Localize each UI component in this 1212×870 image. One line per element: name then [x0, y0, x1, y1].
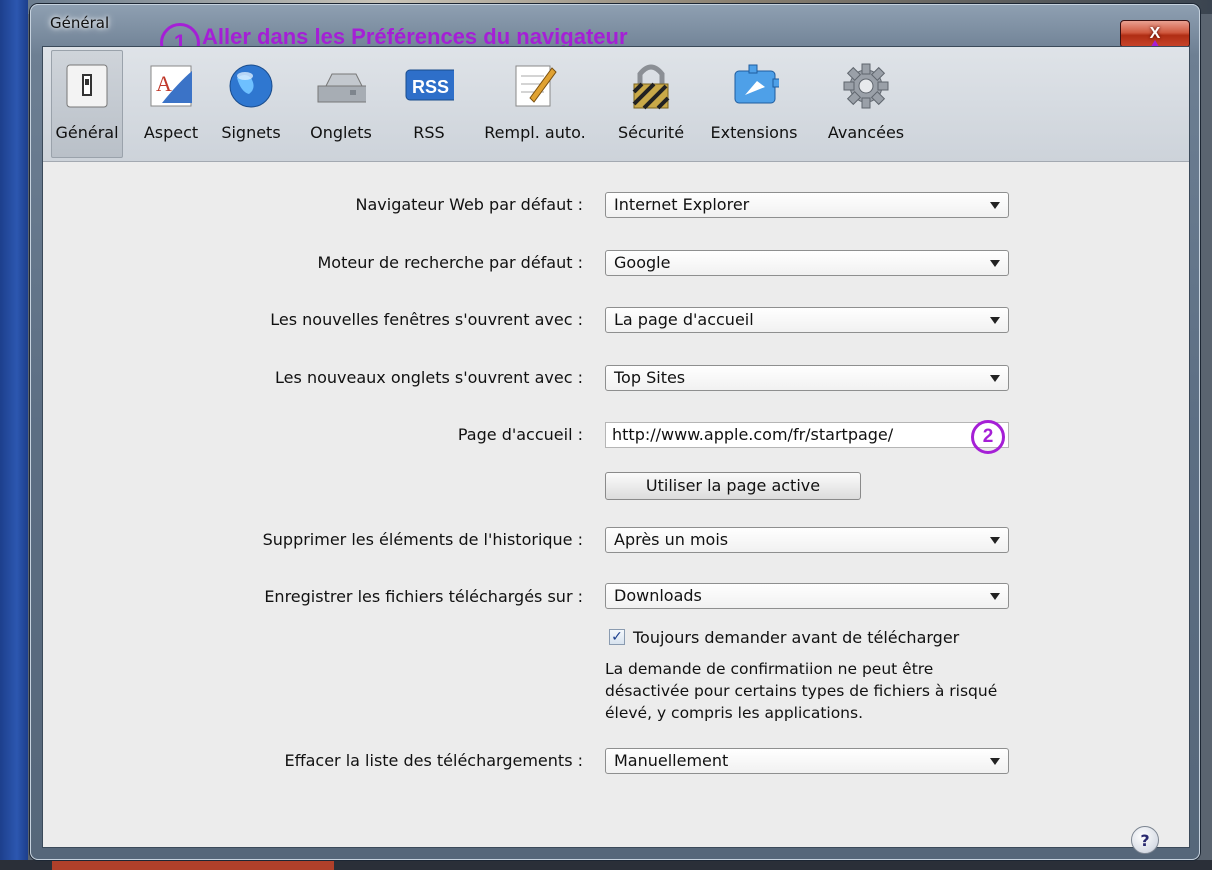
tab-securite-label: Sécurité [617, 123, 685, 142]
confirmation-note: La demande de confirmatiion ne peut être… [605, 660, 998, 722]
chevron-down-icon [990, 260, 1000, 267]
chevron-down-icon [990, 317, 1000, 324]
tab-autofill-label: Rempl. auto. [484, 123, 586, 142]
tab-onglets-label: Onglets [310, 123, 372, 142]
svg-text:A: A [156, 71, 172, 96]
font-icon: A [146, 59, 196, 113]
chevron-down-icon [990, 537, 1000, 544]
rss-icon: RSS [404, 59, 454, 113]
homepage-label: Page d'accueil : [457, 425, 583, 444]
homepage-input[interactable]: http://www.apple.com/fr/startpage/ [605, 422, 1009, 448]
tab-extensions[interactable]: Extensions [699, 51, 809, 157]
tab-icon [316, 59, 366, 113]
save-downloads-value: Downloads [614, 586, 702, 605]
tab-aspect[interactable]: A Aspect [133, 51, 209, 157]
always-ask-checkbox[interactable]: ✓ [609, 629, 625, 645]
annotation-step-2-marker: 2 [971, 420, 1005, 454]
new-windows-label: Les nouvelles fenêtres s'ouvrent avec : [270, 310, 583, 329]
remove-history-label: Supprimer les éléments de l'historique : [262, 530, 583, 549]
chevron-down-icon [990, 375, 1000, 382]
globe-icon [226, 59, 276, 113]
new-windows-select[interactable]: La page d'accueil [605, 307, 1009, 333]
clear-downloads-label: Effacer la liste des téléchargements : [284, 751, 583, 770]
preferences-toolbar: Général A Aspect Signets Onglets RSS RSS… [43, 47, 1189, 162]
tab-securite[interactable]: Sécurité [609, 51, 693, 157]
preferences-window: Général 1 Aller dans les Préférences du … [30, 4, 1200, 860]
general-settings-form: Navigateur Web par défaut : Internet Exp… [43, 162, 1189, 854]
default-search-value: Google [614, 253, 671, 272]
default-browser-label: Navigateur Web par défaut : [355, 195, 584, 214]
new-windows-value: La page d'accueil [614, 310, 754, 329]
tab-rss-label: RSS [413, 123, 445, 142]
new-tabs-label: Les nouveaux onglets s'ouvrent avec : [275, 368, 583, 387]
new-tabs-select[interactable]: Top Sites [605, 365, 1009, 391]
tab-signets[interactable]: Signets [213, 51, 289, 157]
remove-history-value: Après un mois [614, 530, 729, 549]
default-search-select[interactable]: Google [605, 250, 1009, 276]
default-browser-select[interactable]: Internet Explorer [605, 192, 1009, 218]
tab-general-label: Général [55, 123, 119, 142]
save-downloads-label: Enregistrer les fichiers téléchargés sur… [264, 587, 583, 606]
tab-rss[interactable]: RSS RSS [397, 51, 461, 157]
tab-general[interactable]: Général [51, 50, 123, 158]
tab-onglets[interactable]: Onglets [299, 51, 383, 157]
save-downloads-select[interactable]: Downloads [605, 583, 1009, 609]
tab-avancees-label: Avancées [827, 123, 905, 142]
title-bar[interactable]: Général 1 Aller dans les Préférences du … [30, 4, 1200, 112]
pencil-form-icon [510, 59, 560, 113]
tab-autofill[interactable]: Rempl. auto. [475, 51, 595, 157]
clear-downloads-value: Manuellement [614, 751, 729, 770]
tab-extensions-label: Extensions [710, 123, 798, 142]
use-current-page-button[interactable]: Utiliser la page active [605, 472, 861, 500]
chevron-down-icon [990, 593, 1000, 600]
chevron-down-icon [990, 202, 1000, 209]
gear-icon [841, 59, 891, 113]
padlock-icon [626, 59, 676, 113]
desktop-background [0, 0, 28, 870]
compass-icon [729, 59, 779, 113]
default-search-label: Moteur de recherche par défaut : [317, 253, 584, 272]
default-browser-value: Internet Explorer [614, 195, 750, 214]
background-window-bar [52, 860, 334, 870]
tab-aspect-label: Aspect [143, 123, 199, 142]
always-ask-label: Toujours demander avant de télécharger [633, 628, 960, 647]
preferences-content: Général A Aspect Signets Onglets RSS RSS… [42, 46, 1190, 854]
clear-downloads-select[interactable]: Manuellement [605, 748, 1009, 774]
window-title: Général [50, 14, 110, 32]
help-button[interactable]: ? [1131, 826, 1159, 854]
new-tabs-value: Top Sites [614, 368, 686, 387]
tab-avancees[interactable]: Avancées [817, 51, 915, 157]
tab-signets-label: Signets [221, 123, 281, 142]
desktop-background-bottom [0, 860, 1212, 870]
chevron-down-icon [990, 758, 1000, 765]
remove-history-select[interactable]: Après un mois [605, 527, 1009, 553]
switch-icon [62, 59, 112, 113]
svg-text:RSS: RSS [412, 77, 449, 97]
